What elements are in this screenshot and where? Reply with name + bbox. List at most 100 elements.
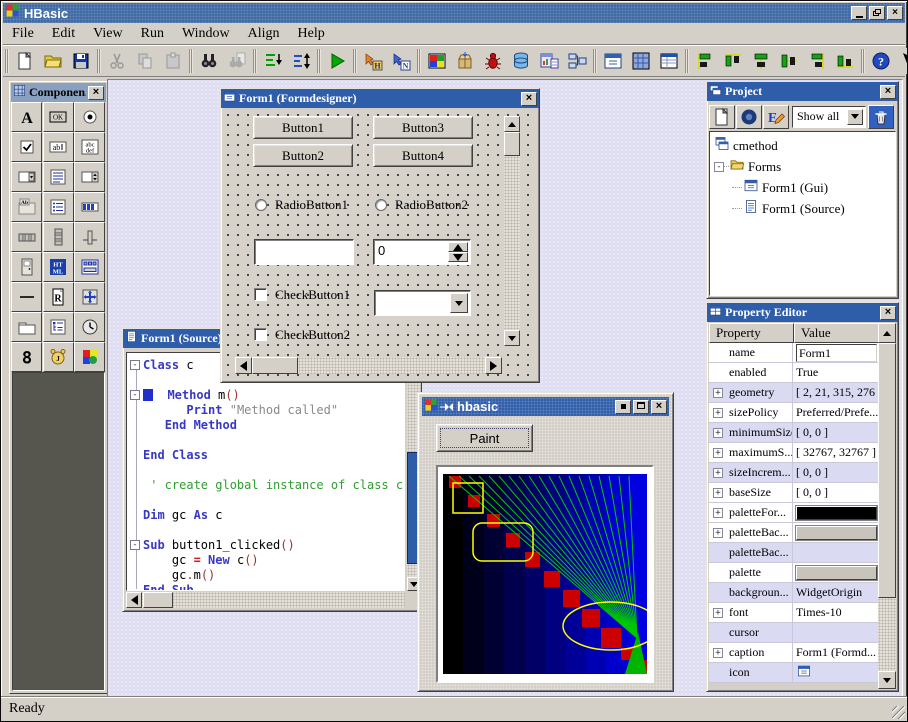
property-expand-icon[interactable]: + [713, 648, 723, 658]
property-row-name[interactable]: nameForm1 [709, 343, 880, 363]
image-tool-button[interactable] [424, 48, 450, 74]
color-swatch[interactable] [796, 566, 877, 580]
project-object-viewer-button[interactable] [736, 105, 762, 129]
property-row-paletteBac[interactable]: +paletteBac... [709, 523, 880, 543]
palette-dialog-buttons-button[interactable] [74, 252, 105, 282]
tree-item-cmethod[interactable]: cmethod [710, 135, 895, 156]
property-expand-icon[interactable]: + [713, 468, 723, 478]
property-row-cursor[interactable]: cursor [709, 623, 880, 643]
designed-button2[interactable]: Button2 [253, 144, 353, 167]
window-form-button[interactable] [600, 48, 626, 74]
designed-vscroll-thumb[interactable] [504, 132, 520, 156]
property-expand-icon[interactable]: + [713, 428, 723, 438]
palette-listview-button[interactable] [43, 192, 74, 222]
palette-combobox-button[interactable] [11, 162, 42, 192]
property-row-backgroun[interactable]: backgroun...WidgetOrigin [709, 583, 880, 603]
window-report-button[interactable] [656, 48, 682, 74]
project-edit-source-button[interactable]: E [763, 105, 789, 129]
source-hscrollbar[interactable] [126, 592, 405, 608]
designed-button1[interactable]: Button1 [253, 116, 353, 139]
designed-checkbutton1-box[interactable] [254, 288, 267, 301]
palette-layout-button[interactable] [74, 282, 105, 312]
code-line[interactable]: gc = New c() [127, 553, 404, 568]
color-swatch[interactable] [796, 526, 877, 540]
designed-radiobutton2-circle[interactable] [375, 199, 387, 211]
output-close-icon[interactable]: × [651, 400, 667, 414]
palette-buttongroup-button[interactable]: Ab [11, 192, 42, 222]
code-line[interactable]: Print "Method called" [127, 403, 404, 418]
designed-spinbox[interactable]: 0 [373, 239, 471, 265]
property-name-cell[interactable]: +maximumS... [709, 443, 793, 462]
compile-hbasic-button[interactable]: H [360, 48, 386, 74]
property-name-cell[interactable]: +minimumSize [709, 423, 793, 442]
code-line[interactable] [127, 433, 404, 448]
designed-hscrollbar[interactable] [235, 357, 502, 374]
project-filter-arrow-icon[interactable] [847, 109, 863, 125]
menu-item-align[interactable]: Align [239, 25, 289, 43]
toolbar-handle[interactable] [417, 49, 421, 73]
code-line[interactable]: Dim gc As c [127, 508, 404, 523]
whats-this-button[interactable]: ? [896, 48, 908, 74]
palette-scrollbar-horizontal-button[interactable] [11, 222, 42, 252]
property-value-cell[interactable]: [ 0, 0 ] [793, 423, 880, 442]
query-designer-button[interactable] [536, 48, 562, 74]
align-vcenter-button[interactable] [776, 48, 802, 74]
project-close-icon[interactable]: × [880, 85, 896, 99]
property-value-cell[interactable]: Times-10 [793, 603, 880, 622]
property-name-cell[interactable]: +paletteFor... [709, 503, 793, 522]
color-swatch[interactable] [796, 506, 877, 520]
palette-canvas-button[interactable] [74, 342, 105, 372]
toolbar-handle[interactable] [5, 49, 9, 73]
package-button[interactable] [452, 48, 478, 74]
palette-radiobutton-button[interactable] [74, 102, 105, 132]
resize-grip-icon[interactable] [892, 706, 905, 719]
save-file-button[interactable] [68, 48, 94, 74]
new-file-button[interactable] [12, 48, 38, 74]
palette-listbox-button[interactable] [43, 162, 74, 192]
combobox-arrow-icon[interactable] [450, 293, 468, 313]
project-title-bar[interactable]: Project × [707, 82, 898, 101]
cut-button-disabled[interactable] [104, 48, 130, 74]
debug-button[interactable] [480, 48, 506, 74]
property-vscroll-thumb[interactable] [878, 343, 896, 598]
property-row-font[interactable]: +fontTimes-10 [709, 603, 880, 623]
designed-checkbutton2-box[interactable] [254, 328, 267, 341]
palette-lineedit-button[interactable]: ab [43, 132, 74, 162]
copy-button-disabled[interactable] [132, 48, 158, 74]
property-name-cell[interactable]: +caption [709, 643, 793, 662]
find-button[interactable] [196, 48, 222, 74]
code-line[interactable]: End Method [127, 418, 404, 433]
toolbar-handle[interactable] [593, 49, 597, 73]
code-line[interactable]: ' create global instance of class c [127, 478, 404, 493]
property-value-cell[interactable] [793, 503, 880, 522]
property-value-editor[interactable]: Form1 [796, 344, 877, 362]
property-row-baseSize[interactable]: +baseSize[ 0, 0 ] [709, 483, 880, 503]
project-new-file-button[interactable] [709, 105, 735, 129]
property-name-cell[interactable]: palette [709, 563, 793, 582]
help-button[interactable]: ? [868, 48, 894, 74]
tree-item-forms[interactable]: -Forms [710, 156, 895, 177]
code-line[interactable] [127, 463, 404, 478]
property-row-caption[interactable]: +captionForm1 (Formd... [709, 643, 880, 663]
close-button[interactable]: × [887, 6, 903, 20]
code-line[interactable]: - Method m() [127, 388, 404, 403]
property-row-icon[interactable]: icon [709, 663, 880, 683]
code-line[interactable] [127, 493, 404, 508]
toolbar-handle[interactable] [685, 49, 689, 73]
form-canvas[interactable]: Button1 Button3 Button2 Button4 RadioBut… [223, 110, 537, 380]
palette-timer-button[interactable]: J [43, 342, 74, 372]
menu-item-window[interactable]: Window [173, 25, 239, 43]
project-delete-button[interactable] [868, 105, 894, 129]
minimize-button[interactable] [851, 6, 867, 20]
property-name-cell[interactable]: +baseSize [709, 483, 793, 502]
property-expand-icon[interactable]: + [713, 528, 723, 538]
property-value-cell[interactable]: [ 2, 21, 315, 276 ] [793, 383, 880, 402]
menu-item-file[interactable]: File [3, 25, 43, 43]
run-button[interactable] [324, 48, 350, 74]
fold-marker-icon[interactable]: - [130, 390, 140, 400]
fold-marker-icon[interactable]: - [130, 360, 140, 370]
paste-button-disabled[interactable] [160, 48, 186, 74]
tree-item-form1-source-[interactable]: Form1 (Source) [710, 198, 895, 219]
property-name-cell[interactable]: +sizeIncrem... [709, 463, 793, 482]
menu-item-help[interactable]: Help [289, 25, 334, 43]
